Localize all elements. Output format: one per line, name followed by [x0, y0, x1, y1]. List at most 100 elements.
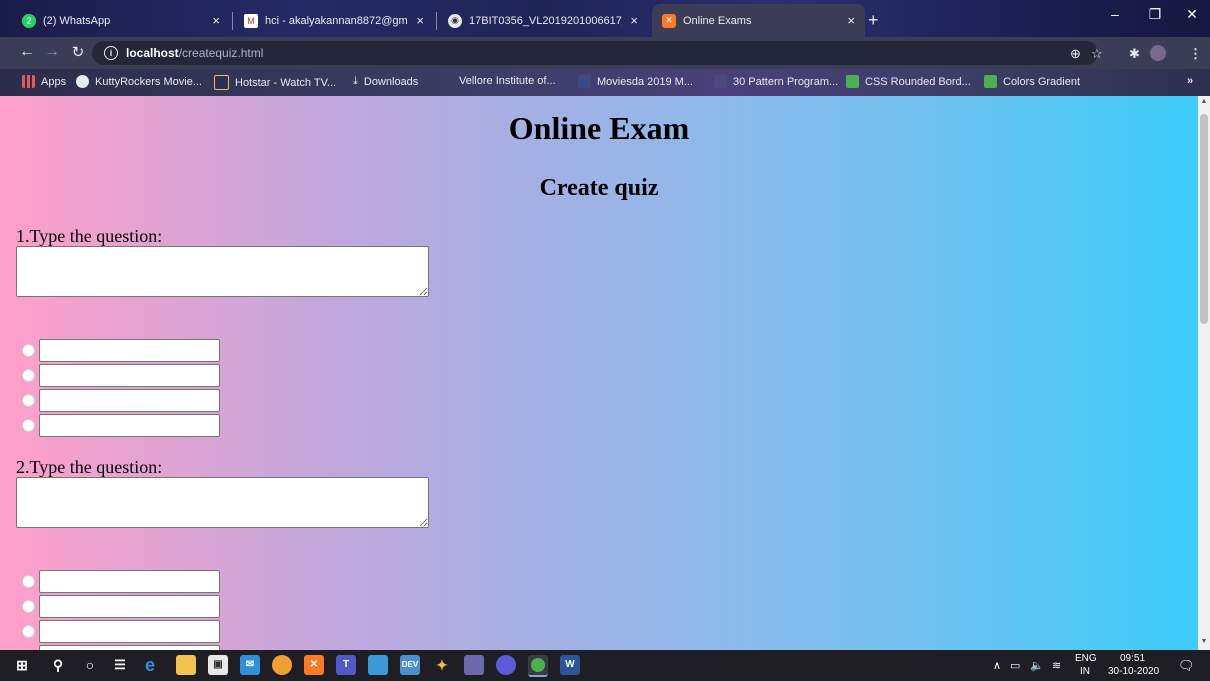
option-input[interactable]	[39, 595, 220, 618]
extensions-icon[interactable]: ✱	[1129, 46, 1140, 62]
question-textarea[interactable]	[16, 246, 429, 297]
new-tab-button[interactable]: +	[868, 4, 898, 37]
page-scrollbar[interactable]: ▲ ▼	[1198, 96, 1210, 650]
minimize-icon[interactable]: –	[1100, 6, 1130, 22]
bookmark-css-rounded[interactable]: CSS Rounded Bord...	[846, 75, 971, 88]
option-input[interactable]	[39, 570, 220, 593]
bookmark-star-icon[interactable]: ☆	[1091, 46, 1103, 62]
question-label: 1.Type the question:	[16, 226, 163, 246]
close-tab-icon[interactable]: ×	[847, 13, 855, 28]
scroll-down-icon[interactable]: ▼	[1198, 638, 1210, 645]
bookmark-hotstar[interactable]: Hotstar - Watch TV...	[214, 75, 336, 90]
forward-icon[interactable]: →	[42, 43, 62, 61]
edge-icon[interactable]: e	[140, 655, 160, 675]
chrome-canary-icon[interactable]	[272, 655, 292, 675]
bookmark-downloads[interactable]: ⤓ Downloads	[353, 75, 418, 88]
volume-icon[interactable]: 🔈	[1030, 659, 1044, 672]
bookmark-colors-gradient[interactable]: Colors Gradient	[984, 75, 1080, 88]
file-explorer-icon[interactable]	[176, 655, 196, 675]
option-radio[interactable]	[22, 394, 35, 407]
bookmark-apps[interactable]: Apps	[22, 75, 66, 88]
bookmark-label: CSS Rounded Bord...	[865, 75, 971, 88]
bookmark-pattern[interactable]: 30 Pattern Program...	[714, 75, 838, 88]
virtualbox-icon[interactable]	[368, 655, 388, 675]
search-icon[interactable]: ⚲	[48, 655, 68, 675]
menu-icon[interactable]: ⋮	[1189, 46, 1202, 62]
restore-icon[interactable]: ❐	[1140, 6, 1170, 23]
question-label: 2.Type the question:	[16, 457, 163, 477]
windows-start-icon[interactable]: ⊞	[12, 655, 32, 675]
reload-icon[interactable]: ↻	[68, 43, 88, 61]
option-input[interactable]	[39, 364, 220, 387]
xampp-icon: ✕	[662, 13, 676, 28]
scroll-up-icon[interactable]: ▲	[1198, 98, 1210, 105]
task-view-icon[interactable]: ☰	[110, 655, 130, 675]
teams-icon[interactable]: T	[336, 655, 356, 675]
battery-icon[interactable]: ▭	[1010, 659, 1020, 672]
tab-whatsapp[interactable]: 2 (2) WhatsApp ×	[12, 4, 230, 37]
download-icon: ⤓	[353, 75, 358, 87]
bookmark-label: Downloads	[363, 75, 419, 88]
globe-icon	[76, 75, 89, 88]
page-subtitle: Create quiz	[539, 175, 659, 201]
bookmark-label: Vellore Institute of...	[459, 75, 556, 87]
language-indicator[interactable]: ENG	[1075, 653, 1097, 664]
bookmark-label: 30 Pattern Program...	[733, 75, 839, 88]
tab-gmail[interactable]: M hci - akalyakannan8872@gmail.c ×	[234, 4, 434, 37]
devcpp-icon[interactable]: DEV	[400, 655, 420, 675]
bookmark-label: Moviesda 2019 M...	[597, 75, 693, 88]
apps-grid-icon	[22, 75, 35, 88]
option-radio[interactable]	[22, 600, 35, 613]
option-input[interactable]	[39, 620, 220, 643]
bookmark-vellore[interactable]: Vellore Institute of...	[459, 75, 556, 87]
url-path: /createquiz.html	[178, 46, 264, 60]
option-radio[interactable]	[22, 369, 35, 382]
word-icon[interactable]: W	[560, 655, 580, 675]
chrome-icon[interactable]	[528, 655, 548, 677]
mail-icon[interactable]: ✉	[240, 655, 260, 675]
tab-divider	[232, 12, 233, 30]
option-radio[interactable]	[22, 344, 35, 357]
app-icon[interactable]	[464, 655, 484, 675]
notification-icon[interactable]: 🗨	[1178, 658, 1195, 674]
tab-online-exams[interactable]: ✕ Online Exams ×	[652, 4, 865, 37]
show-hidden-icons-icon[interactable]: ∧	[993, 659, 1001, 672]
back-icon[interactable]: ←	[17, 43, 37, 61]
tab-vit-document[interactable]: ◉ 17BIT0356_VL2019201006617_PE ×	[438, 4, 648, 37]
page-title: Online Exam	[508, 110, 690, 146]
paint-icon[interactable]: ✦	[432, 655, 452, 675]
profile-avatar[interactable]	[1150, 45, 1166, 61]
option-input[interactable]	[39, 339, 220, 362]
xampp-icon[interactable]: ✕	[304, 655, 324, 675]
store-icon[interactable]: ▣	[208, 655, 228, 675]
bookmark-label: Colors Gradient	[1003, 75, 1081, 88]
address-bar[interactable]: i localhost/createquiz.html	[92, 41, 1098, 65]
more-bookmarks-icon[interactable]: »	[1187, 75, 1193, 87]
whatsapp-icon: 2	[22, 13, 36, 28]
option-input[interactable]	[39, 414, 220, 437]
close-tab-icon[interactable]: ×	[212, 13, 220, 28]
bookmark-kuttyrockers[interactable]: KuttyRockers Movie...	[76, 75, 202, 88]
scrollbar-thumb[interactable]	[1200, 114, 1208, 324]
tab-divider	[436, 12, 437, 30]
option-radio[interactable]	[22, 575, 35, 588]
close-tab-icon[interactable]: ×	[416, 13, 424, 28]
clock-time[interactable]: 09:51	[1120, 653, 1145, 664]
tab-title: Online Exams	[683, 14, 752, 27]
site-info-icon[interactable]: i	[104, 46, 118, 60]
option-radio[interactable]	[22, 625, 35, 638]
wifi-icon[interactable]: ≋	[1052, 659, 1061, 672]
window-close-icon[interactable]: ✕	[1177, 6, 1207, 23]
option-radio[interactable]	[22, 419, 35, 432]
cortana-icon[interactable]: ○	[80, 655, 100, 675]
windows-taskbar: ⊞ ⚲ ○ ☰ e ▣ ✉ ✕ T DEV ✦ W ∧ ▭ 🔈 ≋ ENG IN…	[0, 650, 1210, 681]
bookmark-moviesda[interactable]: Moviesda 2019 M...	[578, 75, 693, 88]
question-textarea[interactable]	[16, 477, 429, 528]
zoom-icon[interactable]: ⊕	[1070, 46, 1081, 62]
bookmark-label: KuttyRockers Movie...	[95, 75, 202, 88]
option-input[interactable]	[39, 389, 220, 412]
app-icon[interactable]	[496, 655, 516, 675]
clock-date[interactable]: 30-10-2020	[1108, 666, 1159, 677]
close-tab-icon[interactable]: ×	[630, 13, 638, 28]
url-host: localhost	[126, 46, 179, 60]
